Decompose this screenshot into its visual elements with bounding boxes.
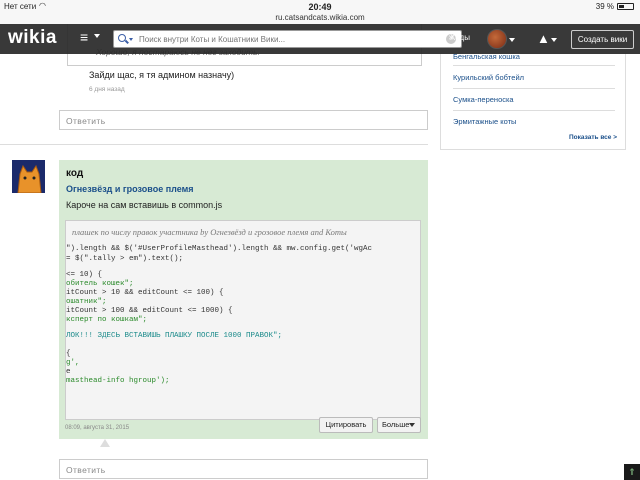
- clock: 20:49: [308, 2, 332, 12]
- reply-input[interactable]: Ответить: [59, 110, 428, 130]
- code-comment: плашек по числу правок участника by Огне…: [72, 227, 347, 237]
- code-line: ксперт по кошкам";: [66, 316, 148, 324]
- search-icon[interactable]: [118, 34, 126, 42]
- rail-item[interactable]: Курильский бобтейл: [453, 73, 524, 82]
- address-url[interactable]: ru.catsandcats.wikia.com: [0, 13, 640, 22]
- chevron-down-icon: [509, 38, 515, 42]
- topnav-label[interactable]: Ходы: [450, 33, 470, 42]
- code-block: плашек по числу правок участника by Огне…: [65, 220, 421, 420]
- code-line: itCount > 100 && editCount <= 1000) {: [66, 307, 233, 315]
- comment-timestamp: 6 дня назад: [89, 86, 125, 93]
- chevron-down-icon: [551, 38, 557, 42]
- code-line: = $(".tally > em").text();: [66, 255, 184, 263]
- comment-text: Зайди щас, я тя админом назначу): [89, 70, 235, 80]
- search-bar[interactable]: ✕: [113, 30, 462, 48]
- bell-icon[interactable]: ▲: [537, 31, 550, 46]
- wikia-logo[interactable]: wikia: [8, 27, 57, 49]
- code-line: e: [66, 368, 71, 376]
- show-all-link[interactable]: Показать все >: [569, 134, 617, 141]
- rail-separator: [453, 110, 615, 111]
- quote-button[interactable]: Цитировать: [319, 417, 373, 433]
- code-line: g',: [66, 359, 80, 367]
- related-pages-rail: Бенгальская кошка Курильский бобтейл Сум…: [440, 52, 626, 150]
- chevron-down-icon: [409, 423, 415, 427]
- double-chevron-up-icon[interactable]: ⇑: [624, 464, 640, 480]
- comment-author[interactable]: код: [66, 168, 83, 179]
- reply-input[interactable]: Ответить: [59, 459, 428, 479]
- user-avatar[interactable]: [487, 29, 507, 49]
- code-line: <= 10) {: [66, 271, 103, 279]
- code-line: обитель кошек";: [66, 280, 134, 288]
- chevron-down-icon: [129, 38, 133, 41]
- create-wiki-button[interactable]: Создать вики: [571, 30, 634, 49]
- ios-status-bar: Нет сети ◠ 20:49 ru.catsandcats.wikia.co…: [0, 0, 640, 24]
- battery-icon: [617, 3, 634, 10]
- battery-percent: 39 %: [595, 2, 614, 11]
- chevron-down-icon: [94, 34, 100, 38]
- code-line: ").length && $('#UserProfileMasthead').l…: [66, 245, 373, 253]
- wikia-global-bar: wikia ≡ ✕ Ходы ▲ Создать вики: [0, 24, 640, 54]
- author-avatar[interactable]: [12, 160, 45, 193]
- code-line: masthead-info hgroup');: [66, 377, 170, 385]
- code-line: ошатник";: [66, 298, 107, 306]
- rail-separator: [453, 65, 615, 66]
- comment-timestamp[interactable]: 08:09, августа 31, 2015: [65, 425, 129, 431]
- more-button[interactable]: Больше: [377, 417, 421, 433]
- divider: [0, 144, 428, 145]
- rail-item[interactable]: Сумка-переноска: [453, 95, 514, 104]
- comment-card: код Огнезвёзд и грозовое племя Кароче на…: [59, 160, 428, 439]
- code-line: ЛОК!!! ЗДЕСЬ ВСТАВИШЬ ПЛАШКУ ПОСЛЕ 1000 …: [66, 332, 283, 340]
- code-line: itCount > 10 && editCount <= 100) {: [66, 289, 224, 297]
- more-button-label: Больше: [382, 420, 410, 429]
- search-input[interactable]: [139, 32, 439, 46]
- rail-item[interactable]: Эрмитажные коты: [453, 117, 516, 126]
- reply-pointer: [100, 439, 110, 447]
- rail-separator: [453, 88, 615, 89]
- code-line: {: [66, 350, 71, 358]
- hamburger-icon[interactable]: ≡: [80, 29, 88, 45]
- comment-title-link[interactable]: Огнезвёзд и грозовое племя: [66, 184, 194, 194]
- comment-text: Кароче на сам вставишь в common.js: [66, 200, 223, 210]
